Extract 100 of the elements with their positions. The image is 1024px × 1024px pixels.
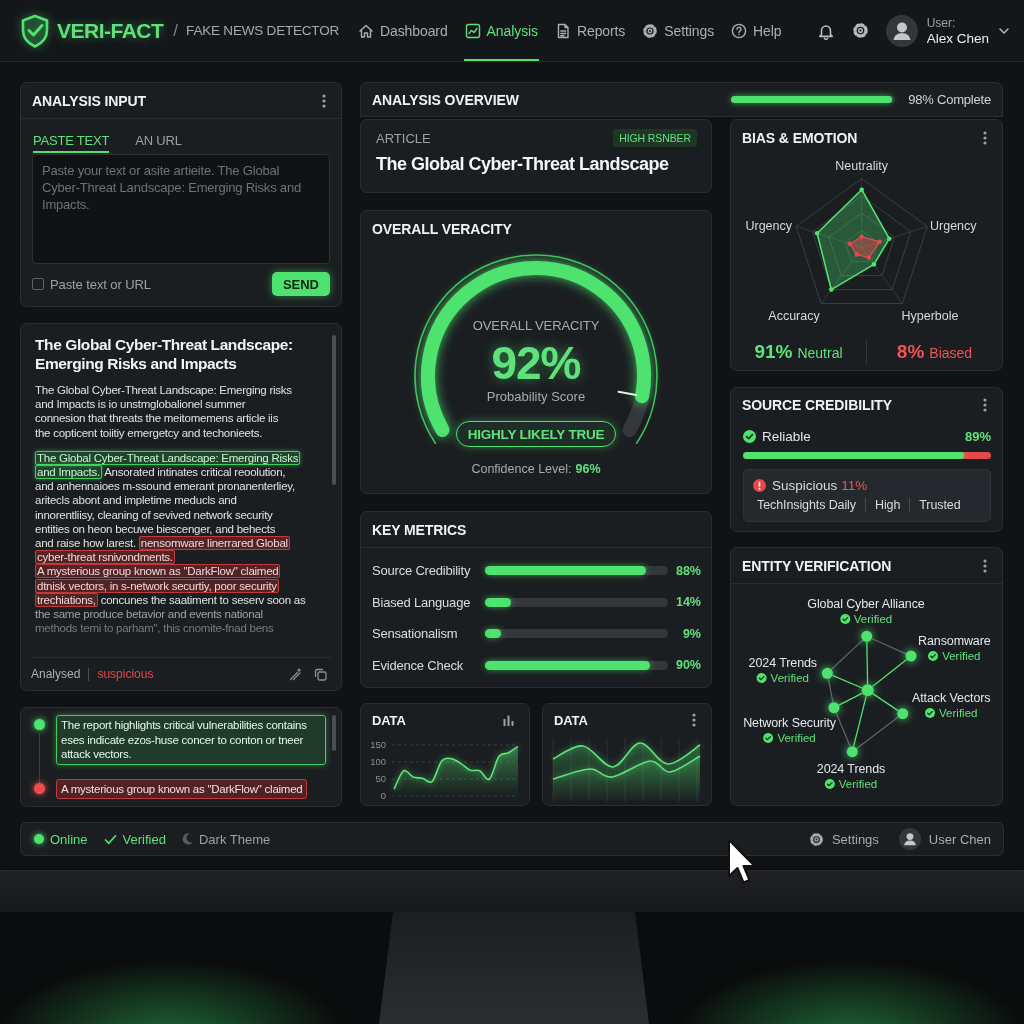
highlighted-claim: cyber-threat rsnivondments. <box>35 550 175 565</box>
axis-tick-label: 150 <box>370 739 386 751</box>
scrollbar-thumb[interactable] <box>332 715 336 751</box>
input-tab[interactable]: AN URL <box>135 129 182 153</box>
status-dot-icon <box>34 719 45 730</box>
bar-chart-icon[interactable] <box>503 714 514 726</box>
settings-button[interactable]: Settings <box>808 831 879 847</box>
more-options-icon[interactable] <box>983 398 987 412</box>
more-options-icon[interactable] <box>983 558 987 573</box>
more-options-icon[interactable] <box>983 131 987 145</box>
connector-line <box>866 641 869 685</box>
nav-tab[interactable]: Help <box>730 0 783 61</box>
biased-area <box>849 236 881 259</box>
panel-title: BIAS & EMOTION <box>742 130 858 146</box>
score-caption: Probability Score <box>486 389 586 405</box>
avatar-icon[interactable] <box>885 14 918 47</box>
nav-tab[interactable]: Dashboard <box>357 0 449 61</box>
avatar-icon <box>898 828 921 850</box>
highlighted-claim: dtnisk vectors, in s-network securtiy, poor security <box>35 578 279 593</box>
entity-name: Network Security <box>743 716 836 731</box>
alert-icon <box>753 478 766 492</box>
axis-tick-label: 0 <box>380 790 386 802</box>
help-icon <box>731 22 748 39</box>
reliability-value: 89% <box>964 428 991 444</box>
check-circle-icon <box>925 708 936 718</box>
highlighted-claim: A mysterious group known as "DarkFlow" claimed <box>35 564 281 579</box>
verification-status: Verified <box>770 672 809 684</box>
connector-line <box>871 637 907 655</box>
axis-label: Urgency <box>930 219 977 233</box>
user-name: Alex Chen <box>926 30 989 46</box>
wand-icon[interactable] <box>289 667 302 681</box>
check-circle-icon <box>928 651 939 661</box>
settings-icon <box>808 831 824 847</box>
brand-name: VERI-FACT <box>57 18 164 43</box>
data-point <box>887 236 892 241</box>
checkbox-label: Paste text or URL <box>50 276 151 292</box>
check-circle-icon <box>824 779 835 789</box>
suspicious-label: Suspicious <box>772 477 838 493</box>
nav-tab[interactable]: Analysis <box>463 0 539 61</box>
axis-tick-label: 100 <box>370 756 386 768</box>
more-options-icon[interactable] <box>692 713 696 727</box>
metric-name: Source Credibility <box>372 563 472 579</box>
copy-icon[interactable] <box>314 667 327 681</box>
entity-name: Global Cyber Alliance <box>807 597 925 612</box>
reliability-label: Reliable <box>762 428 811 444</box>
panel-title: KEY METRICS <box>372 521 467 538</box>
entity-node <box>861 630 873 642</box>
verification-status: Verified <box>939 707 978 719</box>
data-point <box>814 230 820 236</box>
metric-value: 88% <box>674 563 701 578</box>
status-label: Dark Theme <box>198 831 271 847</box>
checkbox[interactable] <box>32 278 44 290</box>
metric-name: Biased Language <box>372 594 472 610</box>
moon-icon <box>181 833 193 845</box>
connector-line <box>871 658 908 688</box>
timeline-connector <box>39 733 40 783</box>
more-options-icon[interactable] <box>322 93 326 108</box>
gauge-label: OVERALL VERACITY <box>472 318 600 334</box>
verification-status: Verified <box>942 650 981 662</box>
entity-node <box>828 702 840 714</box>
metric-name: Evidence Check <box>372 657 465 673</box>
confidence-label: Confidence Level: <box>471 461 572 477</box>
check-icon <box>103 833 117 845</box>
entity-node <box>905 650 917 662</box>
panel-title: ENTITY VERIFICATION <box>742 557 892 574</box>
source-detail: High <box>874 498 901 512</box>
check-circle-icon <box>743 429 756 443</box>
panel-title: OVERALL VERACITY <box>372 221 512 237</box>
entity-node <box>821 667 833 679</box>
entity-node <box>846 746 858 758</box>
nav-tab[interactable]: Reports <box>553 0 627 61</box>
metric-name: Sensationalism <box>372 626 459 642</box>
axis-label: Urgency <box>745 219 792 233</box>
veracity-score: 92% <box>491 340 581 386</box>
scrollbar-thumb[interactable] <box>332 335 336 485</box>
verification-status: Verified <box>838 778 878 790</box>
status-dot-icon <box>34 782 45 794</box>
rating-badge: HIGH RSNBER <box>613 129 697 147</box>
send-button[interactable]: SEND <box>271 272 330 296</box>
data-point <box>859 234 864 239</box>
status-label: Verified <box>122 831 166 847</box>
highlighted-claim: nensomware linerrared Global <box>138 536 290 551</box>
axis-label: Neutrality <box>835 159 889 173</box>
source-detail: Trusted <box>919 498 961 512</box>
settings-icon[interactable] <box>851 22 869 39</box>
score-label: Biased <box>929 345 973 361</box>
axis-tick-label: 50 <box>375 773 386 785</box>
verification-status: Verified <box>853 613 893 625</box>
connector-line <box>872 692 899 712</box>
nav-tab[interactable]: Settings <box>641 0 716 61</box>
user-menu-button[interactable]: User Chen <box>898 828 991 850</box>
text-input-field[interactable]: Paste your text or asite artieite. The Global Cyber-Threat Landscape: Emerging Risks and Impacts. <box>32 154 330 264</box>
check-circle-icon <box>756 673 767 683</box>
panel-title: DATA <box>372 712 406 728</box>
status-label: Online <box>50 831 88 847</box>
panel-title: SOURCE CREDIBILITY <box>742 397 892 413</box>
entity-name: Attack Vectors <box>912 691 991 706</box>
verification-status: Verified <box>777 732 816 744</box>
highlighted-quote: A mysterious group known as "DarkFlow" claimed <box>56 778 308 799</box>
axis-label: Accuracy <box>768 309 820 323</box>
